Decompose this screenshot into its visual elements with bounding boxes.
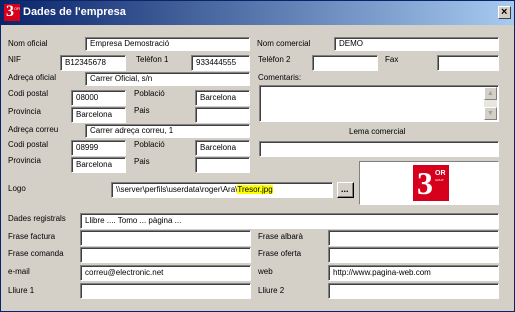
frase-factura-field[interactable]	[80, 230, 251, 246]
browse-logo-button[interactable]: ...	[337, 182, 354, 198]
close-button[interactable]: ×	[498, 6, 511, 19]
codi-postal2-field[interactable]: 08999	[71, 140, 126, 156]
logo-image: 3 OR GRUP	[413, 165, 449, 201]
logo-path-prefix: \\server\perfils\userdata\roger\Ara\	[116, 185, 238, 194]
adreca-oficial-label: Adreça oficial	[8, 73, 57, 82]
codi-postal2-label: Codi postal	[8, 140, 49, 149]
provincia2-field[interactable]: Barcelona	[71, 157, 126, 173]
adreca-oficial-field[interactable]: Carrer Oficial, s/n	[85, 72, 250, 86]
scroll-down-icon: ▼	[487, 110, 494, 117]
frase-albara-field[interactable]	[328, 230, 499, 246]
pais2-field[interactable]	[195, 157, 250, 173]
comentaris-field[interactable]: ▲ ▼	[259, 85, 499, 122]
web-label: web	[258, 267, 273, 276]
logo-path-field[interactable]: \\server\perfils\userdata\roger\Ara\Tres…	[111, 182, 333, 198]
fax-field[interactable]	[437, 55, 499, 71]
app-logo-icon: 3 OR	[4, 3, 20, 21]
email-label: e-mail	[8, 267, 30, 276]
dades-registrals-label: Dades registrals	[8, 214, 66, 223]
fax-label: Fax	[385, 55, 399, 64]
frase-comanda-label: Frase comanda	[8, 249, 64, 258]
lema-comercial-field[interactable]	[259, 141, 499, 157]
lliure1-label: Lliure 1	[8, 286, 35, 295]
poblacio-field[interactable]: Barcelona	[195, 90, 250, 106]
nom-comercial-label: Nom comercial	[257, 39, 311, 48]
frase-comanda-field[interactable]	[80, 247, 251, 263]
nif-label: NIF	[8, 55, 21, 64]
frase-albara-label: Frase albarà	[258, 232, 303, 241]
provincia-field[interactable]: Barcelona	[71, 107, 126, 123]
telefon1-label: Telèfon 1	[136, 55, 169, 64]
telefon2-label: Telèfon 2	[258, 55, 291, 64]
logo-path-file: Tresor.jpg	[237, 185, 273, 194]
pais-label: Pais	[134, 106, 150, 115]
logo-preview: 3 OR GRUP	[359, 161, 499, 205]
nom-oficial-label: Nom oficial	[8, 39, 48, 48]
provincia-label: Provincia	[8, 107, 41, 116]
codi-postal-label: Codi postal	[8, 89, 49, 98]
scroll-up-icon: ▲	[487, 90, 494, 97]
comentaris-scrollbar[interactable]: ▲ ▼	[484, 87, 497, 120]
close-icon: ×	[501, 6, 508, 18]
pais2-label: Pais	[134, 157, 150, 166]
frase-factura-label: Frase factura	[8, 232, 56, 241]
lliure1-field[interactable]	[80, 283, 251, 299]
title-bar[interactable]: 3 OR Dades de l'empresa ×	[1, 1, 514, 25]
window-title: Dades de l'empresa	[23, 6, 126, 18]
nif-field[interactable]: B12345678	[60, 55, 126, 71]
adreca-correu-field[interactable]: Carrer adreça correu, 1	[85, 124, 250, 138]
frase-oferta-label: Frase oferta	[258, 249, 302, 258]
lliure2-field[interactable]	[328, 283, 499, 299]
web-field[interactable]: http://www.pagina-web.com	[328, 265, 499, 281]
adreca-correu-label: Adreça correu	[8, 125, 59, 134]
lema-comercial-label: Lema comercial	[349, 127, 406, 136]
provincia2-label: Provincia	[8, 156, 41, 165]
pais-field[interactable]	[195, 107, 250, 123]
nom-comercial-field[interactable]: DEMO	[334, 37, 499, 51]
poblacio2-field[interactable]: Barcelona	[195, 140, 250, 156]
telefon1-field[interactable]: 933444555	[191, 55, 250, 71]
dialog-window: 3 OR Dades de l'empresa × Nom oficial Emp…	[0, 0, 515, 312]
logo-label: Logo	[8, 184, 26, 193]
telefon2-field[interactable]	[312, 55, 378, 71]
codi-postal-field[interactable]: 08000	[71, 90, 126, 106]
scroll-up-button[interactable]: ▲	[484, 87, 497, 100]
scroll-down-button[interactable]: ▼	[484, 107, 497, 120]
email-field[interactable]: correu@electronic.net	[80, 265, 251, 281]
lliure2-label: Lliure 2	[258, 286, 285, 295]
nom-oficial-field[interactable]: Empresa Demostració	[85, 37, 250, 51]
poblacio2-label: Població	[134, 140, 165, 149]
poblacio-label: Població	[134, 89, 165, 98]
frase-oferta-field[interactable]	[328, 247, 499, 263]
dades-registrals-field[interactable]: Llibre .... Tomo ... pàgina ...	[80, 213, 499, 229]
comentaris-label: Comentaris:	[258, 73, 302, 82]
